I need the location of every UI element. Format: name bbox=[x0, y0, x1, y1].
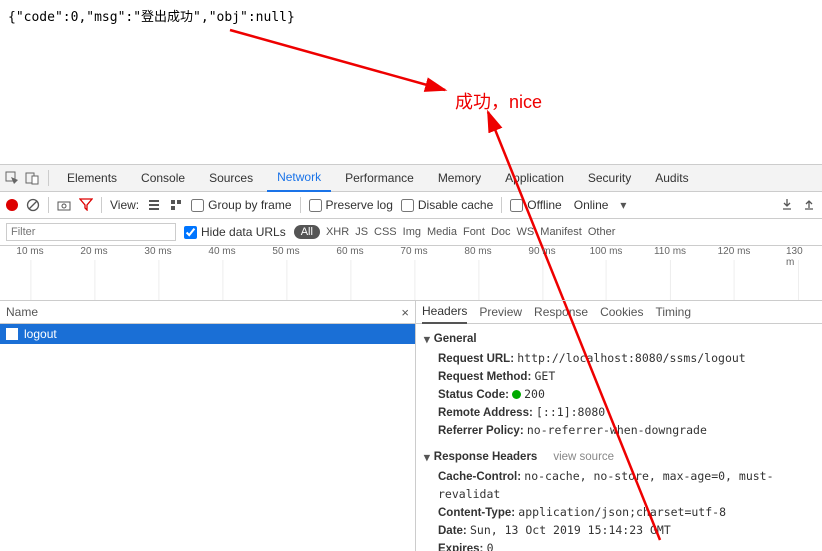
request-list: Name × logout bbox=[0, 301, 416, 551]
network-filterbar: Hide data URLs All XHR JS CSS Img Media … bbox=[0, 219, 822, 246]
status-code-row: Status Code: 200 bbox=[438, 386, 814, 404]
preserve-log-checkbox[interactable]: Preserve log bbox=[309, 198, 393, 212]
device-toggle-icon[interactable] bbox=[24, 170, 40, 186]
type-filter-img[interactable]: Img bbox=[403, 226, 421, 238]
timeline-tick: 110 ms bbox=[654, 246, 686, 257]
status-dot-icon bbox=[512, 390, 521, 399]
throttling-select[interactable]: Online bbox=[570, 198, 613, 212]
date-row: Date: Sun, 13 Oct 2019 15:14:23 GMT bbox=[438, 522, 814, 540]
record-button[interactable] bbox=[6, 199, 18, 211]
type-filter-xhr[interactable]: XHR bbox=[326, 226, 349, 238]
timeline-tick: 120 ms bbox=[718, 246, 751, 257]
timeline-tick: 100 ms bbox=[590, 246, 623, 257]
view-large-icon[interactable] bbox=[169, 198, 183, 212]
timeline-tick: 70 ms bbox=[400, 246, 427, 257]
type-filter-css[interactable]: CSS bbox=[374, 226, 397, 238]
timeline-tick: 20 ms bbox=[80, 246, 107, 257]
cache-control-row: Cache-Control: no-cache, no-store, max-a… bbox=[438, 468, 814, 504]
detail-tab-preview[interactable]: Preview bbox=[479, 301, 522, 323]
page-viewport: {"code":0,"msg":"登出成功","obj":null} 成功，ni… bbox=[0, 0, 822, 165]
inspect-icon[interactable] bbox=[4, 170, 20, 186]
response-body-text: {"code":0,"msg":"登出成功","obj":null} bbox=[8, 10, 295, 25]
close-detail-icon[interactable]: × bbox=[401, 305, 409, 320]
separator bbox=[48, 170, 49, 186]
tab-sources[interactable]: Sources bbox=[199, 165, 263, 191]
hide-data-urls-checkbox[interactable]: Hide data URLs bbox=[184, 225, 286, 239]
triangle-down-icon: ▾ bbox=[424, 332, 430, 346]
separator bbox=[101, 197, 102, 213]
type-filter-ws[interactable]: WS bbox=[517, 226, 535, 238]
timeline-tick: 50 ms bbox=[272, 246, 299, 257]
timeline-tick: 90 ms bbox=[528, 246, 555, 257]
detail-tab-timing[interactable]: Timing bbox=[655, 301, 691, 323]
separator bbox=[501, 197, 502, 213]
type-filter-doc[interactable]: Doc bbox=[491, 226, 511, 238]
disable-cache-checkbox[interactable]: Disable cache bbox=[401, 198, 493, 212]
view-list-icon[interactable] bbox=[147, 198, 161, 212]
request-list-header: Name × bbox=[0, 301, 415, 324]
type-filter-media[interactable]: Media bbox=[427, 226, 457, 238]
type-filter: All XHR JS CSS Img Media Font Doc WS Man… bbox=[294, 225, 616, 239]
timeline-tick: 60 ms bbox=[336, 246, 363, 257]
devtools-panel: Elements Console Sources Network Perform… bbox=[0, 165, 822, 551]
filter-input[interactable] bbox=[6, 223, 176, 241]
tab-elements[interactable]: Elements bbox=[57, 165, 127, 191]
tab-performance[interactable]: Performance bbox=[335, 165, 424, 191]
type-filter-font[interactable]: Font bbox=[463, 226, 485, 238]
timeline-tick: 130 m bbox=[786, 246, 810, 268]
view-label: View: bbox=[110, 198, 139, 212]
timeline-tick: 10 ms bbox=[16, 246, 43, 257]
remote-address-row: Remote Address: [::1]:8080 bbox=[438, 404, 814, 422]
detail-tab-response[interactable]: Response bbox=[534, 301, 588, 323]
tab-memory[interactable]: Memory bbox=[428, 165, 491, 191]
offline-checkbox[interactable]: Offline bbox=[510, 198, 561, 212]
tab-console[interactable]: Console bbox=[131, 165, 195, 191]
timeline-tick: 30 ms bbox=[144, 246, 171, 257]
referrer-policy-row: Referrer Policy: no-referrer-when-downgr… bbox=[438, 422, 814, 440]
request-name: logout bbox=[24, 327, 57, 341]
column-name[interactable]: Name bbox=[6, 305, 38, 319]
filter-icon[interactable] bbox=[79, 197, 93, 214]
expires-row: Expires: 0 bbox=[438, 540, 814, 551]
view-source-link[interactable]: view source bbox=[553, 451, 614, 463]
type-filter-other[interactable]: Other bbox=[588, 226, 616, 238]
detail-tabs: Headers Preview Response Cookies Timing bbox=[416, 301, 822, 324]
timeline-overview[interactable]: 10 ms 20 ms 30 ms 40 ms 50 ms 60 ms 70 m… bbox=[0, 246, 822, 301]
timeline-tick: 80 ms bbox=[464, 246, 491, 257]
screenshot-icon[interactable] bbox=[57, 198, 71, 212]
general-section-header[interactable]: ▾ General bbox=[424, 332, 814, 346]
type-filter-js[interactable]: JS bbox=[355, 226, 368, 238]
request-detail: Headers Preview Response Cookies Timing … bbox=[416, 301, 822, 551]
tab-application[interactable]: Application bbox=[495, 165, 574, 191]
type-filter-manifest[interactable]: Manifest bbox=[540, 226, 582, 238]
tab-network[interactable]: Network bbox=[267, 164, 331, 192]
upload-har-icon[interactable] bbox=[802, 197, 816, 214]
detail-tab-cookies[interactable]: Cookies bbox=[600, 301, 643, 323]
network-toolbar: View: Group by frame Preserve log Disabl… bbox=[0, 192, 822, 219]
tab-audits[interactable]: Audits bbox=[645, 165, 698, 191]
network-split: Name × logout Headers Preview Response C… bbox=[0, 301, 822, 551]
detail-tab-headers[interactable]: Headers bbox=[422, 301, 467, 324]
triangle-down-icon: ▾ bbox=[424, 450, 430, 464]
content-type-row: Content-Type: application/json;charset=u… bbox=[438, 504, 814, 522]
type-filter-all[interactable]: All bbox=[294, 225, 320, 239]
tab-security[interactable]: Security bbox=[578, 165, 641, 191]
separator bbox=[300, 197, 301, 213]
request-row[interactable]: logout bbox=[0, 324, 415, 344]
group-by-frame-checkbox[interactable]: Group by frame bbox=[191, 198, 291, 212]
document-icon bbox=[6, 328, 18, 340]
timeline-tick: 40 ms bbox=[208, 246, 235, 257]
response-headers-section-header[interactable]: ▾ Response Headers view source bbox=[424, 450, 814, 464]
request-method-row: Request Method: GET bbox=[438, 368, 814, 386]
headers-body: ▾ General Request URL: http://localhost:… bbox=[416, 324, 822, 551]
chevron-down-icon[interactable]: ▾ bbox=[620, 198, 626, 212]
clear-icon[interactable] bbox=[26, 198, 40, 212]
separator bbox=[48, 197, 49, 213]
annotation-text: 成功，nice bbox=[455, 88, 542, 114]
devtools-tabbar: Elements Console Sources Network Perform… bbox=[0, 165, 822, 192]
request-url-row: Request URL: http://localhost:8080/ssms/… bbox=[438, 350, 814, 368]
download-har-icon[interactable] bbox=[780, 197, 794, 214]
